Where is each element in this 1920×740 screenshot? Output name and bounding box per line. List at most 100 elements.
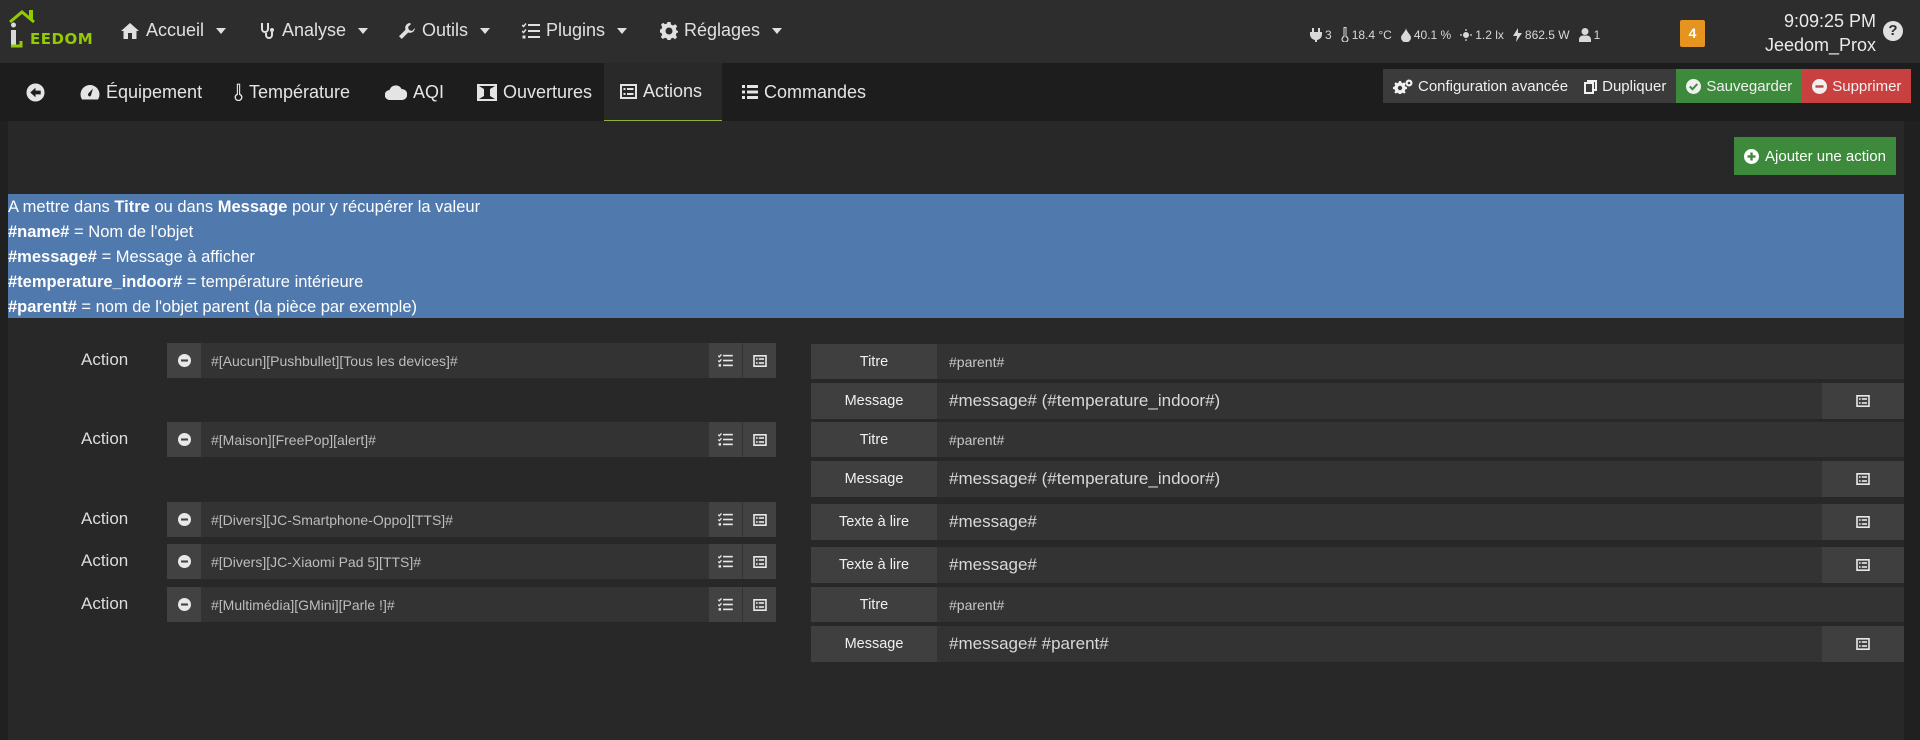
select-variable-button[interactable] — [1822, 461, 1904, 497]
option-value-input[interactable]: #parent# — [937, 344, 1904, 379]
action-command-input[interactable]: #[Divers][JC-Xiaomi Pad 5][TTS]# — [201, 554, 708, 570]
select-action-button[interactable] — [708, 502, 742, 537]
select-command-button[interactable] — [742, 422, 776, 457]
add-action-button[interactable]: Ajouter une action — [1734, 137, 1896, 175]
action-command-group: #[Divers][JC-Smartphone-Oppo][TTS]# — [167, 502, 776, 537]
select-action-button[interactable] — [708, 544, 742, 579]
menu-analyse[interactable]: Analyse — [258, 20, 369, 41]
delete-button[interactable]: Supprimer — [1802, 69, 1912, 103]
option-value-input[interactable]: #message# (#temperature_indoor#) — [937, 383, 1822, 419]
list-alt-icon — [752, 598, 767, 611]
select-action-button[interactable] — [708, 587, 742, 622]
action-label: Action — [81, 429, 129, 448]
message-count-badge[interactable]: 4 — [1680, 20, 1705, 47]
action-label: Action — [81, 350, 129, 369]
stat-luminosity[interactable]: 1.2 lx — [1460, 28, 1504, 42]
stat-power[interactable]: 862.5 W — [1512, 27, 1570, 42]
option-value-input[interactable]: #message# — [937, 547, 1822, 583]
remove-action-button[interactable] — [167, 587, 201, 622]
drop-icon — [1400, 27, 1411, 42]
option-label: Message — [811, 383, 937, 419]
stat-presence[interactable]: 1 — [1578, 27, 1600, 42]
bolt-icon — [1512, 27, 1522, 42]
select-action-button[interactable] — [708, 422, 742, 457]
help-intro-text: pour y récupérer la valeur — [287, 198, 481, 216]
option-value-input[interactable]: #message# — [937, 504, 1822, 540]
cogs-icon — [1393, 79, 1413, 94]
clock-time: 9:09:25 PM — [1783, 11, 1876, 31]
select-variable-button[interactable] — [1822, 383, 1904, 419]
tab-ouvertures[interactable]: Ouvertures — [461, 63, 608, 121]
select-variable-button[interactable] — [1822, 626, 1904, 662]
tab-actions-label: Actions — [643, 81, 703, 101]
remove-action-button[interactable] — [167, 502, 201, 537]
tasks-icon — [718, 433, 733, 446]
stat-plugs[interactable]: 3 — [1310, 27, 1332, 42]
option-value-input[interactable]: #message# #parent# — [937, 626, 1822, 662]
remove-action-button[interactable] — [167, 343, 201, 378]
select-action-button[interactable] — [708, 343, 742, 378]
save-button[interactable]: Sauvegarder — [1676, 69, 1803, 103]
action-command-input[interactable]: #[Aucun][Pushbullet][Tous les devices]# — [201, 353, 708, 369]
var-name: #message# — [8, 248, 97, 266]
tab-actions[interactable]: Actions — [604, 63, 722, 121]
menu-accueil-label: Accueil — [146, 20, 205, 40]
option-label: Titre — [811, 587, 937, 622]
duplicate-button[interactable]: Dupliquer — [1578, 69, 1677, 103]
stat-plugs-value: 3 — [1325, 27, 1332, 42]
var-name: #temperature_indoor# — [8, 273, 183, 291]
action-option-group: Titre #parent# — [811, 422, 1904, 457]
option-value-input[interactable]: #parent# — [937, 422, 1904, 457]
select-command-button[interactable] — [742, 343, 776, 378]
remove-action-button[interactable] — [167, 422, 201, 457]
menu-plugins[interactable]: Plugins — [522, 20, 628, 41]
tab-aqi[interactable]: AQI — [369, 63, 460, 121]
tab-back[interactable] — [10, 63, 60, 121]
list-alt-icon — [1856, 516, 1870, 528]
clock: 9:09:25 PM Jeedom_Prox — [1736, 9, 1876, 57]
list-alt-icon — [620, 84, 637, 99]
stat-temperature[interactable]: 18.4 °C — [1341, 27, 1392, 42]
menu-reglages-label: Réglages — [684, 20, 761, 40]
action-command-input[interactable]: #[Multimédia][GMini][Parle !]# — [201, 597, 708, 613]
option-value-input[interactable]: #parent# — [937, 587, 1904, 622]
action-command-input[interactable]: #[Divers][JC-Smartphone-Oppo][TTS]# — [201, 512, 708, 528]
save-label: Sauvegarder — [1706, 77, 1793, 95]
tab-commandes[interactable]: Commandes — [726, 63, 882, 121]
menu-reglages[interactable]: Réglages — [660, 20, 783, 41]
list-alt-icon — [752, 433, 767, 446]
select-command-button[interactable] — [742, 587, 776, 622]
tasks-icon — [522, 22, 540, 38]
help-intro-message-keyword: Message — [217, 198, 288, 216]
advanced-config-button[interactable]: Configuration avancée — [1383, 69, 1579, 103]
chevron-down-icon — [772, 27, 783, 34]
stat-humidity[interactable]: 40.1 % — [1400, 27, 1451, 42]
list-alt-icon — [1856, 638, 1870, 650]
chevron-down-icon — [358, 27, 369, 34]
minus-circle-icon — [177, 598, 191, 611]
menu-outils[interactable]: Outils — [398, 20, 491, 41]
equipment-toolbar: Configuration avancée Dupliquer Sauvegar… — [1383, 69, 1912, 103]
option-value-input[interactable]: #message# (#temperature_indoor#) — [937, 461, 1822, 497]
action-label: Action — [81, 509, 129, 528]
list-alt-icon — [1856, 473, 1870, 485]
help-icon[interactable]: ? — [1883, 21, 1903, 41]
option-label: Titre — [811, 344, 937, 379]
tab-equipement[interactable]: Équipement — [64, 63, 218, 121]
stat-temperature-value: 18.4 °C — [1351, 27, 1392, 42]
help-intro: A mettre dans Titre ou dans Message pour… — [8, 195, 1904, 220]
var-desc: = température intérieure — [182, 273, 364, 291]
variables-help-box: A mettre dans Titre ou dans Message pour… — [8, 194, 1904, 318]
select-command-button[interactable] — [742, 544, 776, 579]
select-variable-button[interactable] — [1822, 504, 1904, 540]
jeedom-logo[interactable]: EEDOM — [8, 8, 94, 50]
tab-temperature[interactable]: Température — [218, 63, 366, 121]
select-variable-button[interactable] — [1822, 547, 1904, 583]
select-command-button[interactable] — [742, 502, 776, 537]
action-command-input[interactable]: #[Maison][FreePop][alert]# — [201, 432, 708, 448]
remove-action-button[interactable] — [167, 544, 201, 579]
action-command-group: #[Aucun][Pushbullet][Tous les devices]# — [167, 343, 776, 378]
tasks-icon — [718, 513, 733, 526]
list-alt-icon — [752, 354, 767, 367]
menu-accueil[interactable]: Accueil — [120, 20, 227, 41]
